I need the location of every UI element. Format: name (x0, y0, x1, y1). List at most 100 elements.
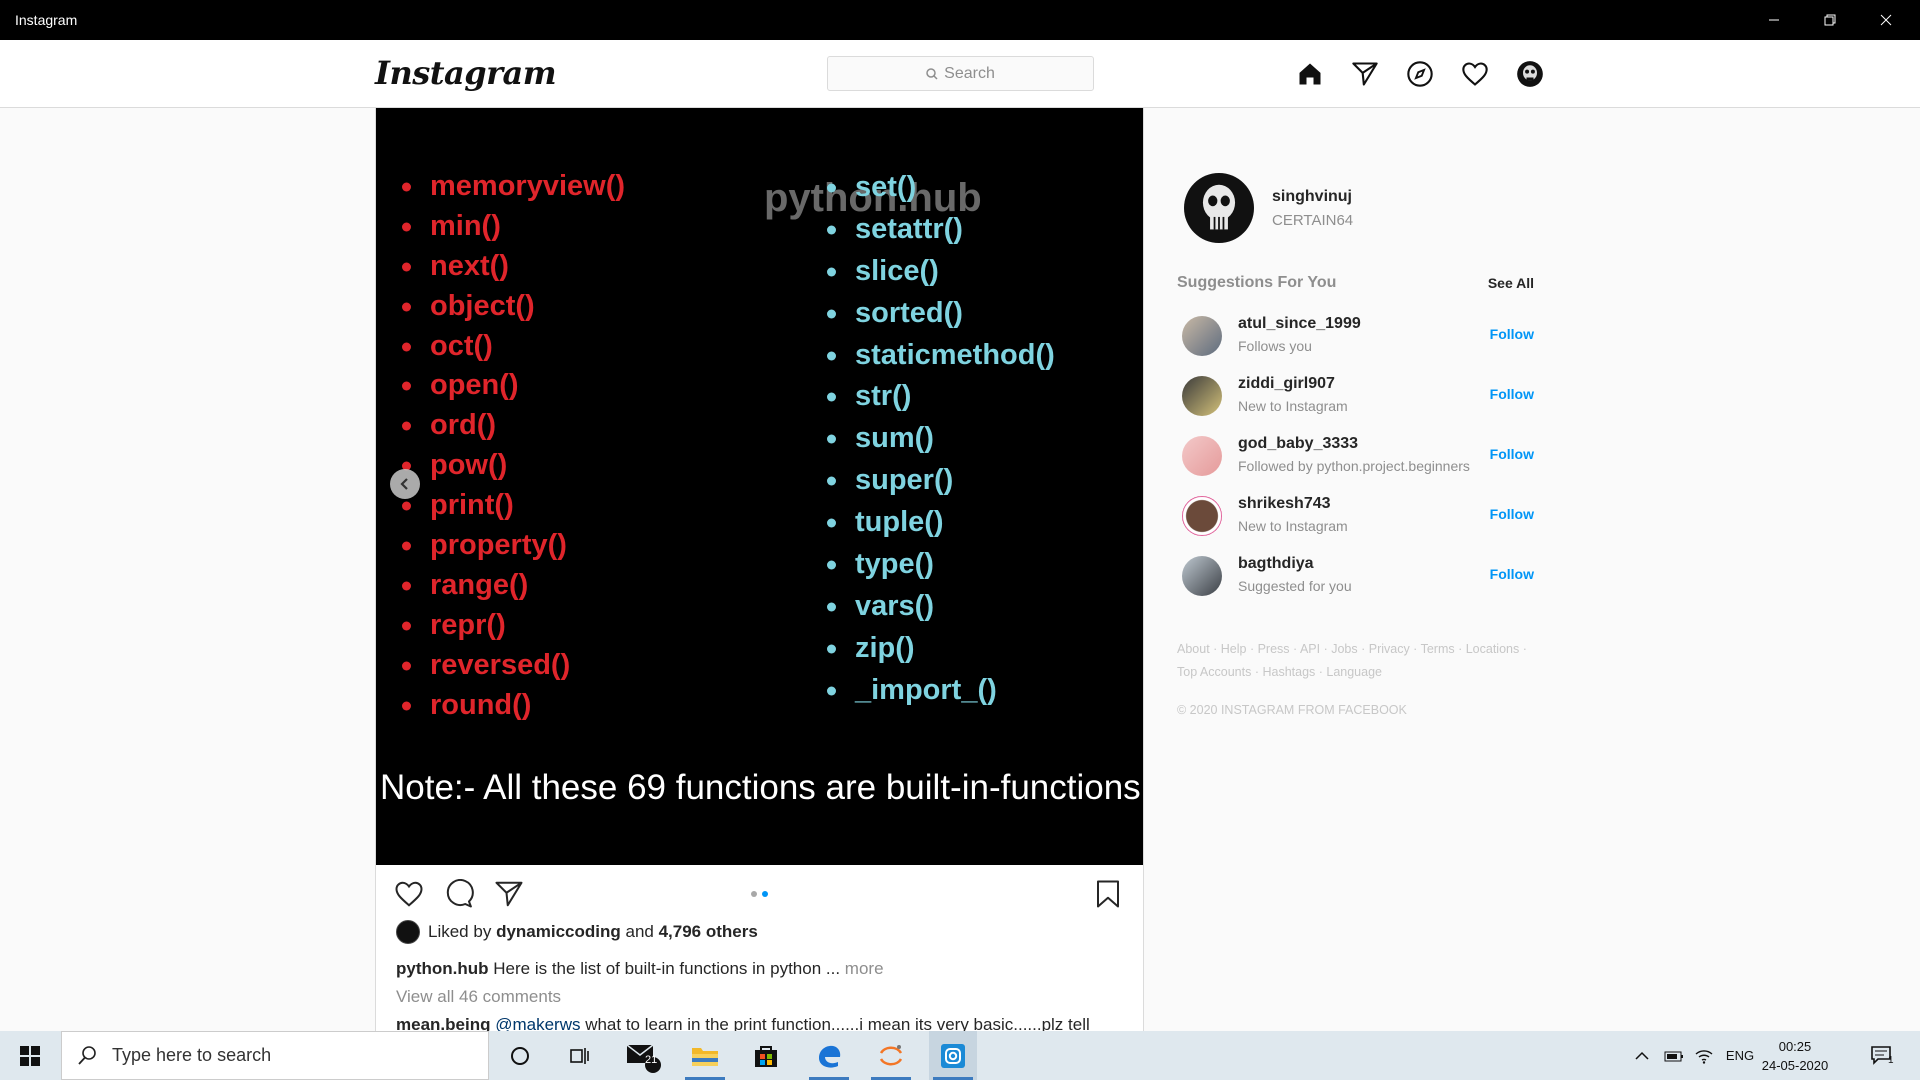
restore-icon (1824, 14, 1836, 26)
suggestion-row: shrikesh743 New to Instagram Follow (1177, 492, 1547, 540)
follow-button[interactable]: Follow (1490, 566, 1534, 582)
taskbar-clock[interactable]: 00:25 24-05-2020 (1760, 1037, 1830, 1075)
windows-logo-icon (20, 1045, 40, 1066)
like-button[interactable] (392, 877, 426, 911)
list-item: _import_() (827, 670, 1055, 712)
window-title: Instagram (15, 12, 78, 28)
suggestion-subtitle: Followed by python.project.beginners (1238, 458, 1470, 474)
comment-icon (446, 879, 474, 908)
profile-avatar[interactable] (1184, 173, 1254, 243)
liker-username[interactable]: dynamiccoding (496, 922, 621, 942)
suggestion-username[interactable]: god_baby_3333 (1238, 435, 1358, 453)
activity-button[interactable] (1459, 58, 1491, 90)
footer-links-row[interactable]: Top Accounts · Hashtags · Language (1177, 661, 1547, 684)
share-button[interactable] (492, 877, 526, 911)
suggestion-avatar[interactable] (1182, 316, 1222, 356)
instagram-logo[interactable]: Instagram (375, 54, 557, 92)
follow-button[interactable]: Follow (1490, 386, 1534, 402)
action-center-button[interactable]: 1 (1862, 1031, 1902, 1080)
likes-summary: Liked by dynamiccoding and 4,796 others (396, 920, 758, 944)
start-button[interactable] (0, 1031, 60, 1080)
suggestion-avatar[interactable] (1182, 436, 1222, 476)
edge-icon (819, 1045, 841, 1068)
suggestion-avatar[interactable] (1182, 556, 1222, 596)
avatar-icon (1517, 61, 1543, 87)
cortana-button[interactable] (496, 1031, 544, 1080)
liker-avatar[interactable] (396, 920, 420, 944)
instagram-app-button[interactable] (929, 1031, 977, 1080)
edge-button[interactable] (805, 1031, 853, 1080)
list-item: super() (827, 460, 1055, 502)
post-note-text: Note:- All these 69 functions are built-… (380, 768, 1141, 807)
list-item: next() (402, 247, 625, 287)
list-item: sum() (827, 418, 1055, 460)
suggestion-avatar[interactable] (1182, 496, 1222, 536)
follow-button[interactable]: Follow (1490, 506, 1534, 522)
direct-button[interactable] (1349, 58, 1381, 90)
comment-text: what to learn in the print function.....… (585, 1015, 1090, 1032)
suggestion-username[interactable]: ziddi_girl907 (1238, 375, 1335, 393)
list-item: vars() (827, 586, 1055, 628)
save-button[interactable] (1091, 877, 1125, 911)
follow-button[interactable]: Follow (1490, 446, 1534, 462)
likes-others-link[interactable]: 4,796 others (659, 922, 758, 942)
comment-row: mean.being @makerws what to learn in the… (396, 1015, 1090, 1032)
post-actions (376, 865, 1143, 921)
task-view-button[interactable] (556, 1031, 604, 1080)
clock-date: 24-05-2020 (1761, 1058, 1829, 1073)
close-button[interactable] (1858, 0, 1914, 40)
list-item: zip() (827, 628, 1055, 670)
profile-username[interactable]: singhvinuj (1272, 188, 1352, 206)
heart-icon (395, 881, 423, 907)
explore-button[interactable] (1404, 58, 1436, 90)
minimize-button[interactable] (1746, 0, 1802, 40)
search-input[interactable]: Search (827, 56, 1094, 91)
show-hidden-icons-button[interactable] (1628, 1031, 1656, 1080)
follow-button[interactable]: Follow (1490, 326, 1534, 342)
list-item: property() (402, 526, 625, 566)
profile-button[interactable] (1514, 58, 1546, 90)
heart-icon (1462, 62, 1488, 86)
instagram-icon (941, 1043, 965, 1068)
store-icon (755, 1045, 777, 1067)
share-icon (495, 881, 523, 907)
list-item: repr() (402, 606, 625, 646)
battery-button[interactable] (1660, 1031, 1688, 1080)
suggestion-username[interactable]: shrikesh743 (1238, 495, 1331, 513)
suggestion-username[interactable]: bagthdiya (1238, 555, 1314, 573)
window-titlebar: Instagram (0, 0, 1920, 40)
home-button[interactable] (1294, 58, 1326, 90)
list-item: type() (827, 544, 1055, 586)
suggestion-username[interactable]: atul_since_1999 (1238, 315, 1361, 333)
caption-more-link[interactable]: more (845, 959, 884, 978)
footer-links-row[interactable]: About · Help · Press · API · Jobs · Priv… (1177, 638, 1547, 661)
restore-button[interactable] (1802, 0, 1858, 40)
store-button[interactable] (742, 1031, 790, 1080)
suggestions-title: Suggestions For You (1177, 274, 1337, 291)
view-all-comments-link[interactable]: View all 46 comments (396, 987, 561, 1007)
comment-username[interactable]: mean.being (396, 1015, 490, 1031)
see-all-link[interactable]: See All (1488, 275, 1534, 291)
file-explorer-button[interactable] (681, 1031, 729, 1080)
comment-mention[interactable]: @makerws (495, 1015, 580, 1031)
top-nav: Instagram Search (0, 40, 1920, 108)
suggestion-row: god_baby_3333 Followed by python.project… (1177, 432, 1547, 480)
comment-button[interactable] (442, 877, 476, 911)
caption-username[interactable]: python.hub (396, 959, 489, 978)
taskbar-search-box[interactable]: Type here to search (61, 1031, 489, 1080)
suggestion-row: atul_since_1999 Follows you Follow (1177, 312, 1547, 360)
list-item: sorted() (827, 293, 1055, 335)
cortana-icon (511, 1046, 529, 1065)
chevron-up-icon (1635, 1051, 1649, 1060)
windows-taskbar: Type here to search 21 ENG 00:25 24-05-2… (0, 1031, 1920, 1080)
list-item: pow() (402, 446, 625, 486)
network-button[interactable] (1690, 1031, 1718, 1080)
suggestion-avatar[interactable] (1182, 376, 1222, 416)
battery-icon (1664, 1051, 1683, 1061)
input-language-indicator[interactable]: ENG (1722, 1031, 1758, 1080)
search-icon (78, 1045, 96, 1065)
mail-app-button[interactable]: 21 (620, 1031, 668, 1080)
carousel-prev-button[interactable] (390, 469, 420, 499)
jupyter-button[interactable] (867, 1031, 915, 1080)
post-image[interactable]: memoryview() min() next() object() oct()… (376, 108, 1143, 865)
